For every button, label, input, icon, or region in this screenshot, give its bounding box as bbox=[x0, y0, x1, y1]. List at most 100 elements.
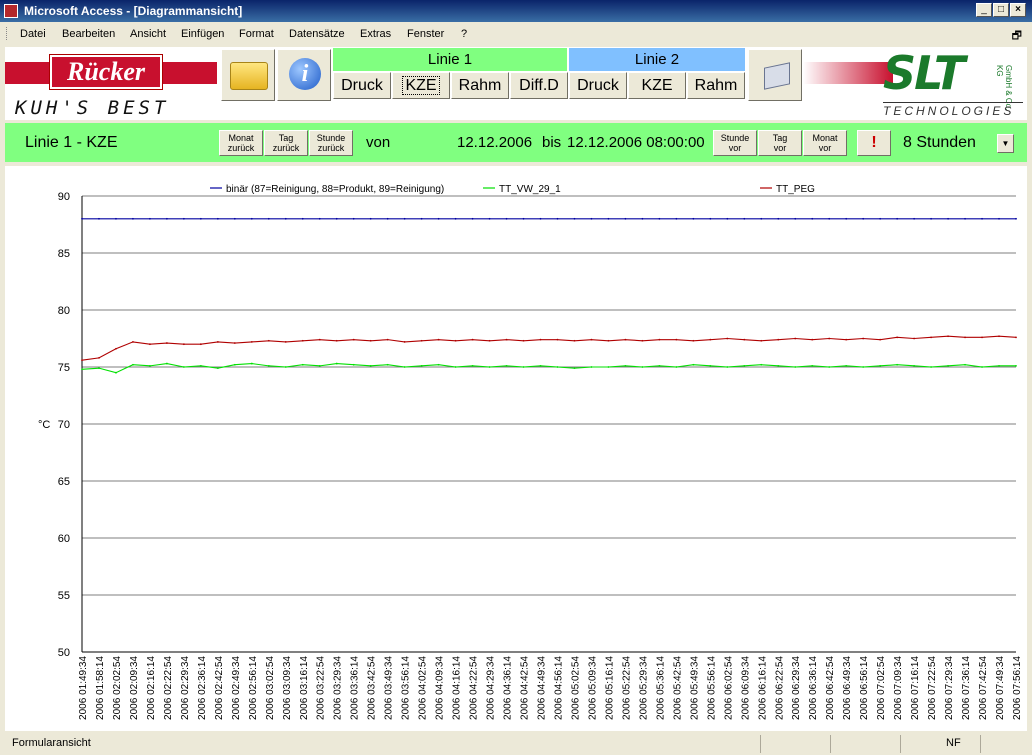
x-tick-label: 2006 07:49:34 bbox=[995, 656, 1006, 720]
day-forward-button[interactable]: Tag vor bbox=[758, 130, 802, 156]
data-point bbox=[420, 364, 423, 367]
info-button[interactable]: i bbox=[277, 49, 331, 101]
data-point bbox=[318, 338, 321, 341]
data-point bbox=[386, 217, 389, 220]
x-tick-label: 2006 07:29:34 bbox=[944, 656, 955, 720]
linie1-diffd-button[interactable]: Diff.D bbox=[510, 72, 568, 99]
data-point bbox=[166, 362, 168, 365]
open-button[interactable] bbox=[221, 49, 275, 101]
data-point bbox=[352, 217, 355, 220]
linie1-kze-button[interactable]: KZE bbox=[392, 72, 450, 99]
x-tick-label: 2006 05:02:54 bbox=[570, 656, 581, 720]
menu-ansicht[interactable]: Ansicht bbox=[130, 28, 166, 40]
menu-format[interactable]: Format bbox=[239, 28, 274, 40]
data-point bbox=[488, 217, 491, 220]
data-point bbox=[115, 371, 117, 374]
data-point bbox=[862, 366, 865, 368]
data-point bbox=[539, 338, 542, 341]
x-tick-label: 2006 02:29:34 bbox=[180, 656, 191, 720]
x-tick-label: 2006 05:09:34 bbox=[587, 656, 598, 720]
data-point bbox=[879, 364, 882, 367]
x-tick-label: 2006 03:36:14 bbox=[350, 656, 361, 720]
data-point bbox=[573, 367, 576, 370]
data-point bbox=[386, 363, 389, 366]
x-tick-label: 2006 04:29:34 bbox=[486, 656, 497, 720]
y-tick-label: 90 bbox=[58, 191, 70, 203]
linie1-druck-button[interactable]: Druck bbox=[333, 72, 391, 99]
data-point bbox=[692, 339, 695, 342]
data-point bbox=[369, 364, 372, 367]
y-tick-label: 55 bbox=[58, 590, 70, 602]
menu-datei[interactable]: Datei bbox=[20, 28, 46, 40]
restore-window-icon[interactable]: 🗗 bbox=[1012, 27, 1022, 46]
y-tick-label: 80 bbox=[58, 305, 70, 317]
status-separator bbox=[900, 735, 901, 753]
data-point bbox=[488, 366, 491, 368]
data-point bbox=[896, 363, 899, 366]
y-tick-label: 70 bbox=[58, 419, 70, 431]
data-point bbox=[182, 343, 185, 346]
data-point bbox=[437, 338, 440, 341]
data-point bbox=[896, 336, 899, 339]
data-point bbox=[964, 217, 966, 220]
data-point bbox=[132, 341, 134, 343]
data-point bbox=[132, 363, 134, 366]
minimize-button[interactable]: _ bbox=[976, 3, 992, 17]
data-point bbox=[471, 217, 474, 220]
menu-einfuegen[interactable]: Einfügen bbox=[181, 28, 224, 40]
access-app-icon[interactable] bbox=[4, 4, 18, 18]
linie2-kze-button[interactable]: KZE bbox=[628, 72, 686, 99]
month-forward-button[interactable]: Monat vor bbox=[803, 130, 847, 156]
y-tick-label: 65 bbox=[58, 476, 70, 488]
menu-fenster[interactable]: Fenster bbox=[407, 28, 444, 40]
menu-bearbeiten[interactable]: Bearbeiten bbox=[62, 28, 115, 40]
data-point bbox=[301, 339, 304, 342]
menu-extras[interactable]: Extras bbox=[360, 28, 391, 40]
x-tick-label: 2006 01:58:14 bbox=[95, 656, 106, 720]
x-tick-label: 2006 05:22:54 bbox=[621, 656, 632, 720]
data-point bbox=[828, 217, 831, 220]
data-point bbox=[182, 366, 185, 368]
data-point bbox=[81, 368, 83, 371]
data-point bbox=[437, 217, 440, 220]
menu-datensaetze[interactable]: Datensätze bbox=[289, 28, 345, 40]
menu-help[interactable]: ? bbox=[461, 28, 467, 40]
x-tick-label: 2006 06:49:34 bbox=[842, 656, 853, 720]
data-point bbox=[794, 217, 797, 220]
slt-technologies: TECHNOLOGIES bbox=[883, 102, 1023, 119]
linie1-header: Linie 1 bbox=[333, 48, 567, 71]
x-tick-label: 2006 06:56:14 bbox=[859, 656, 870, 720]
chevron-down-icon[interactable]: ▼ bbox=[997, 134, 1014, 153]
x-tick-label: 2006 03:09:34 bbox=[282, 656, 293, 720]
linie1-rahm-button[interactable]: Rahm bbox=[451, 72, 509, 99]
data-point bbox=[896, 217, 899, 220]
header-toolbar: Rücker KUH'S BEST i Linie 1 Druck KZE Ra… bbox=[5, 47, 1027, 120]
warning-button[interactable]: ! bbox=[857, 130, 891, 156]
data-point bbox=[335, 217, 338, 220]
data-point bbox=[658, 338, 661, 341]
data-point bbox=[471, 364, 474, 367]
data-point bbox=[947, 335, 949, 338]
x-tick-label: 2006 04:09:34 bbox=[435, 656, 446, 720]
x-tick-label: 2006 05:49:34 bbox=[689, 656, 700, 720]
data-point bbox=[590, 366, 593, 368]
data-point bbox=[166, 217, 168, 220]
x-tick-label: 2006 04:22:54 bbox=[469, 656, 480, 720]
hour-forward-button[interactable]: Stunde vor bbox=[713, 130, 757, 156]
print-button[interactable] bbox=[748, 49, 802, 101]
data-point bbox=[1015, 217, 1017, 220]
maximize-button[interactable]: □ bbox=[993, 3, 1009, 17]
day-back-button[interactable]: Tag zurück bbox=[264, 130, 308, 156]
time-range-value[interactable]: 8 Stunden bbox=[903, 134, 976, 152]
hour-back-button[interactable]: Stunde zurück bbox=[309, 130, 353, 156]
linie2-rahm-button[interactable]: Rahm bbox=[687, 72, 745, 99]
data-point bbox=[862, 337, 865, 340]
view-title: Linie 1 - KZE bbox=[25, 134, 118, 151]
data-point bbox=[403, 217, 406, 220]
menu-grip[interactable] bbox=[6, 27, 10, 40]
month-back-button[interactable]: Monat zurück bbox=[219, 130, 263, 156]
linie2-druck-button[interactable]: Druck bbox=[569, 72, 627, 99]
data-point bbox=[675, 338, 678, 341]
data-point bbox=[658, 364, 661, 367]
close-button[interactable]: × bbox=[1010, 3, 1026, 17]
